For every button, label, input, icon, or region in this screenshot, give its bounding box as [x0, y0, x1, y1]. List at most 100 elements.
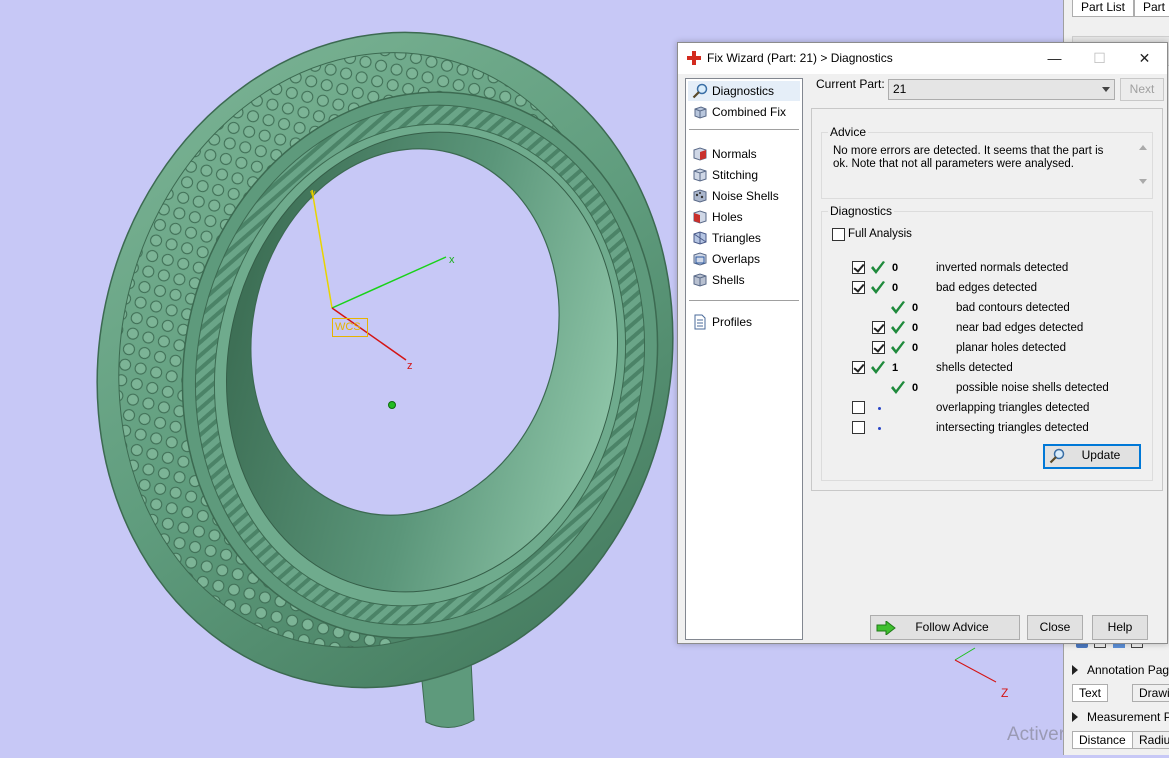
nav-item-holes[interactable]: Holes — [688, 207, 800, 227]
next-button[interactable]: Next — [1120, 78, 1164, 101]
green-check-icon — [871, 361, 885, 374]
advice-group: Advice No more errors are detected. It s… — [821, 125, 1153, 199]
red-cross-icon — [687, 51, 701, 65]
minimize-button[interactable]: — — [1032, 43, 1077, 74]
scroll-up-icon — [1139, 145, 1147, 150]
tab-part-properties[interactable]: Part P — [1134, 0, 1169, 17]
diagnostic-label: planar holes detected — [956, 342, 1066, 354]
nav-label: Stitching — [712, 168, 759, 182]
tab-radius[interactable]: Radiu — [1132, 731, 1169, 749]
diagnostic-label: possible noise shells detected — [956, 382, 1109, 394]
nav-separator — [689, 129, 799, 130]
diagnostic-count: 0 — [912, 342, 919, 354]
diagnostic-label: intersecting triangles detected — [936, 422, 1089, 434]
maximize-button[interactable]: ☐ — [1077, 43, 1122, 74]
diagnostic-count: 0 — [892, 262, 899, 274]
nav-item-triangles[interactable]: Triangles — [688, 228, 800, 248]
nav-item-normals[interactable]: Normals — [688, 144, 800, 164]
diagnostic-label: shells detected — [936, 362, 1013, 374]
diagnostic-checkbox[interactable] — [852, 281, 865, 294]
diagnostic-checkbox[interactable] — [852, 401, 865, 414]
expand-arrow-icon — [1072, 665, 1078, 675]
triangles-cube-icon — [693, 231, 707, 245]
diagnostic-count: 1 — [892, 362, 899, 374]
help-button[interactable]: Help — [1092, 615, 1148, 640]
nav-label: Holes — [712, 210, 743, 224]
nav-item-overlaps[interactable]: Overlaps — [688, 249, 800, 269]
green-arrow-right-icon — [876, 621, 896, 635]
diagnostic-checkbox[interactable] — [872, 341, 885, 354]
diagnostic-count: 0 — [892, 282, 899, 294]
nav-item-profiles[interactable]: Profiles — [688, 312, 800, 332]
full-analysis-checkbox[interactable] — [832, 228, 845, 241]
update-button[interactable]: Update — [1043, 444, 1141, 469]
update-label: Update — [1081, 448, 1121, 462]
current-part-label: Current Part: — [816, 77, 885, 91]
nav-item-diagnostics[interactable]: Diagnostics — [688, 81, 800, 101]
y-axis-label: y — [310, 188, 316, 200]
diagnostic-count: 0 — [912, 322, 919, 334]
scroll-down-icon — [1139, 179, 1147, 184]
tab-drawing[interactable]: Drawin — [1132, 684, 1169, 702]
diagnostic-label: near bad edges detected — [956, 322, 1084, 334]
normals-cube-icon — [693, 147, 707, 161]
close-button[interactable]: Close — [1027, 615, 1083, 640]
nav-item-stitching[interactable]: Stitching — [688, 165, 800, 185]
document-icon — [694, 314, 706, 330]
follow-advice-label: Follow Advice — [915, 620, 989, 634]
advice-text: No more errors are detected. It seems th… — [833, 145, 1104, 170]
wizard-nav-panel: Diagnostics Combined Fix Normals Stitchi… — [685, 78, 803, 640]
green-check-icon — [891, 341, 905, 354]
diagnostic-label: bad contours detected — [956, 302, 1070, 314]
diagnostic-checkbox[interactable] — [872, 321, 885, 334]
green-check-icon — [891, 321, 905, 334]
dialog-titlebar[interactable]: Fix Wizard (Part: 21) > Diagnostics — ☐ … — [678, 43, 1167, 74]
tab-part-list[interactable]: Part List — [1072, 0, 1135, 17]
magnifier-icon — [692, 83, 708, 99]
chevron-down-icon — [1102, 87, 1110, 92]
diagnostics-group: Diagnostics Full Analysis 0 inverted norm… — [821, 204, 1153, 481]
pending-dot-icon — [878, 407, 881, 410]
diagnostic-label: inverted normals detected — [936, 262, 1069, 274]
cube-stack-icon — [694, 106, 707, 119]
diagnostic-checkbox[interactable] — [852, 361, 865, 374]
pivot-point — [388, 401, 396, 409]
current-part-select[interactable]: 21 — [888, 79, 1115, 100]
close-window-button[interactable]: ✕ — [1122, 43, 1167, 74]
follow-advice-button[interactable]: Follow Advice — [870, 615, 1020, 640]
tab-distance[interactable]: Distance — [1072, 731, 1133, 749]
expand-arrow-icon — [1072, 712, 1078, 722]
diagnostics-legend: Diagnostics — [830, 204, 893, 218]
nav-item-combined-fix[interactable]: Combined Fix — [688, 102, 800, 122]
measurement-page-label: Measurement P — [1087, 710, 1169, 724]
nav-label: Diagnostics — [712, 84, 775, 98]
gizmo-z-label: Z — [1001, 686, 1009, 700]
green-check-icon — [891, 381, 905, 394]
x-axis-label: x — [449, 254, 455, 266]
measurement-page-row[interactable]: Measurement P — [1072, 707, 1169, 727]
advice-scrollbar[interactable] — [1136, 141, 1152, 189]
nav-item-noise-shells[interactable]: Noise Shells — [688, 186, 800, 206]
diagnostics-panel: Advice No more errors are detected. It s… — [811, 108, 1163, 491]
magnifier-icon — [1049, 448, 1065, 464]
current-part-value: 21 — [893, 82, 907, 96]
advice-legend: Advice — [830, 125, 867, 139]
nav-label: Normals — [712, 147, 757, 161]
diagnostic-checkbox[interactable] — [852, 261, 865, 274]
nav-label: Profiles — [712, 315, 753, 329]
diagnostic-checkbox[interactable] — [852, 421, 865, 434]
annotation-page-label: Annotation Pag — [1087, 663, 1169, 677]
nav-item-shells[interactable]: Shells — [688, 270, 800, 290]
wcs-label: WCS — [332, 318, 368, 337]
green-check-icon — [891, 301, 905, 314]
shells-cube-icon — [693, 273, 707, 287]
z-axis-label: z — [407, 360, 413, 372]
overlaps-cube-icon — [693, 252, 707, 266]
annotation-page-row[interactable]: Annotation Pag — [1072, 660, 1169, 680]
stitching-cube-icon — [693, 168, 707, 182]
green-check-icon — [871, 281, 885, 294]
nav-label: Triangles — [712, 231, 761, 245]
nav-label: Shells — [712, 273, 745, 287]
tab-text[interactable]: Text — [1072, 684, 1109, 702]
nav-label: Overlaps — [712, 252, 761, 266]
